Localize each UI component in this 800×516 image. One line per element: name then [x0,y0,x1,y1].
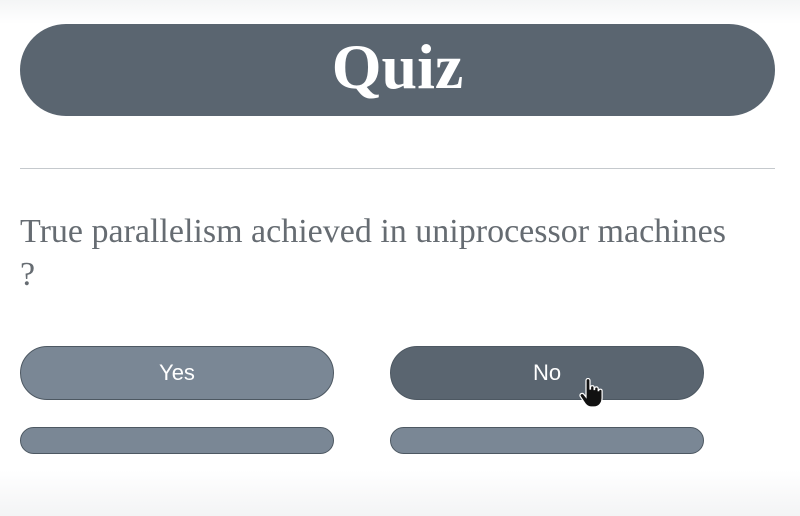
option-placeholder-right [390,427,704,454]
quiz-title-bar: Quiz [20,24,775,116]
quiz-page: Quiz True parallelism achieved in unipro… [0,0,800,516]
answer-yes-button[interactable]: Yes [20,346,334,400]
divider [20,168,775,169]
quiz-title: Quiz [331,31,464,102]
option-placeholder-left [20,427,334,454]
answer-no-button[interactable]: No [390,346,704,400]
question-text: True parallelism achieved in uniprocesso… [20,213,726,293]
